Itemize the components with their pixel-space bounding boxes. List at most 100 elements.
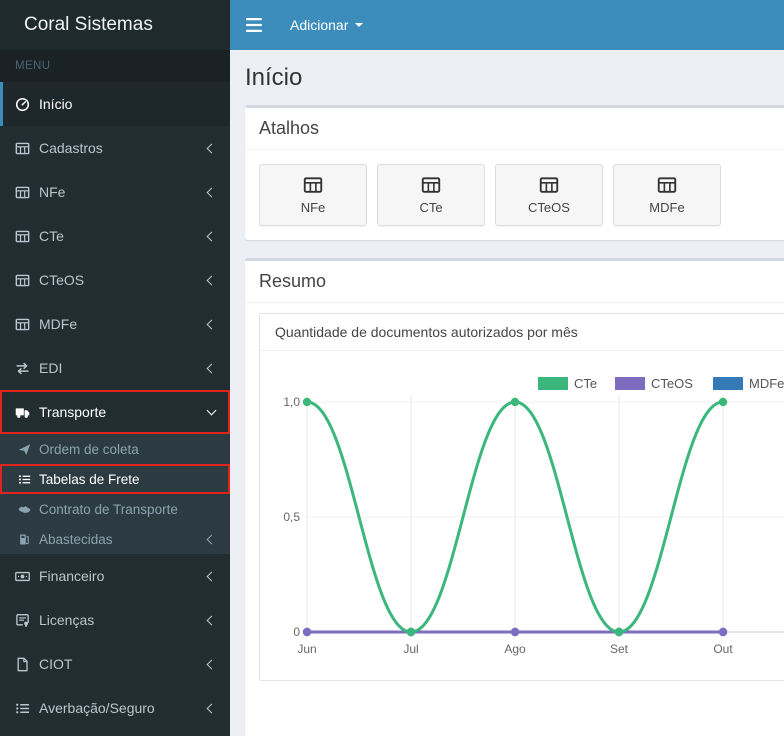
chart-panel: Quantidade de documentos autorizados por…	[259, 313, 784, 681]
sidebar-item-label: Financeiro	[39, 568, 105, 584]
sidebar-item-label: Contrato de Transporte	[39, 501, 178, 517]
legend-swatch	[713, 377, 743, 390]
sidebar-link-inicio[interactable]: Início	[0, 82, 230, 126]
sidebar-item-label: Cadastros	[39, 140, 103, 156]
sidebar-item-tabelas-de-frete: Tabelas de Frete	[0, 464, 230, 494]
data-point	[510, 627, 520, 637]
sidebar-item-averbacao-seguro: Averbação/Seguro	[0, 686, 230, 730]
sidebar-link-financeiro[interactable]: Financeiro	[0, 554, 230, 598]
list-icon	[15, 701, 39, 716]
sidebar-link-ciot[interactable]: CIOT	[0, 642, 230, 686]
sidebar-link-cadastros[interactable]: Cadastros	[0, 126, 230, 170]
sidebar-item-cte: CTe	[0, 214, 230, 258]
shortcut-mdfe-button[interactable]: MDFe	[613, 164, 721, 226]
sidebar-link-nfe[interactable]: NFe	[0, 170, 230, 214]
legend-item-cte[interactable]: CTe	[538, 376, 597, 391]
table-icon	[15, 317, 39, 332]
sidebar-item-nfe: NFe	[0, 170, 230, 214]
shortcut-cte-button[interactable]: CTe	[377, 164, 485, 226]
data-point	[614, 627, 624, 637]
data-point	[302, 627, 312, 637]
adicionar-dropdown[interactable]: Adicionar	[278, 0, 375, 50]
legend-swatch	[538, 377, 568, 390]
sidebar-item-label: Ordem de coleta	[39, 441, 139, 457]
data-point	[406, 627, 416, 637]
table-icon	[421, 175, 441, 195]
legend-item-cteos[interactable]: CTeOS	[615, 376, 693, 391]
sidebar-link-ordem-de-coleta[interactable]: Ordem de coleta	[0, 434, 230, 464]
exchange-icon	[15, 361, 39, 376]
sidebar-item-transporte: Transporte Ordem de coleta Tabelas de Fret…	[0, 390, 230, 554]
sidebar-link-tabelas-de-frete[interactable]: Tabelas de Frete	[0, 464, 230, 494]
page-title: Início	[245, 64, 303, 91]
sidebar-item-label: Tabelas de Frete	[39, 471, 140, 487]
content-area: Início Atalhos NFe CTe CTeOS MDFe Resumo Qu…	[230, 50, 784, 736]
legend-item-mdfe[interactable]: MDFe	[713, 376, 784, 391]
chevron-left-icon	[206, 143, 217, 153]
sidebar-item-label: Averbação/Seguro	[39, 700, 155, 716]
data-point	[718, 397, 728, 407]
legend-swatch	[615, 377, 645, 390]
sidebar-link-cte[interactable]: CTe	[0, 214, 230, 258]
shortcut-cteos-button[interactable]: CTeOS	[495, 164, 603, 226]
caret-down-icon	[355, 23, 364, 27]
sidebar-item-licencas: Licenças	[0, 598, 230, 642]
sidebar-item-label: CIOT	[39, 656, 73, 672]
sidebar-item-label: Início	[39, 96, 73, 112]
legend-label: CTe	[574, 376, 597, 391]
sidebar-link-abastecidas[interactable]: Abastecidas	[0, 524, 230, 554]
legend-label: CTeOS	[651, 376, 693, 391]
file-icon	[15, 657, 39, 672]
sidebar-link-transporte[interactable]: Transporte	[0, 390, 230, 434]
x-tick-label: Jun	[297, 642, 316, 656]
data-point	[302, 397, 312, 407]
resumo-box-body: Quantidade de documentos autorizados por…	[245, 303, 784, 691]
sidebar-toggle-button[interactable]	[230, 0, 278, 50]
shortcut-nfe-button[interactable]: NFe	[259, 164, 367, 226]
y-tick-label: 0	[293, 625, 300, 639]
adicionar-label: Adicionar	[290, 17, 349, 33]
sidebar-item-ordem-de-coleta: Ordem de coleta	[0, 434, 230, 464]
resumo-box-title: Resumo	[259, 271, 327, 291]
atalhos-box-header: Atalhos	[245, 108, 784, 150]
table-icon	[15, 273, 39, 288]
table-icon	[303, 175, 323, 195]
sidebar-link-mdfe[interactable]: MDFe	[0, 302, 230, 346]
content-header: Início	[230, 50, 784, 105]
x-tick-label: Set	[610, 642, 629, 656]
chevron-left-icon	[206, 571, 217, 581]
sidebar-link-contrato-de-transporte[interactable]: Contrato de Transporte	[0, 494, 230, 524]
topbar: Adicionar	[230, 0, 784, 50]
data-point	[718, 627, 728, 637]
shortcut-row: NFe CTe CTeOS MDFe	[245, 150, 784, 240]
sidebar-link-edi[interactable]: EDI	[0, 346, 230, 390]
sidebar-item-mdfe: MDFe	[0, 302, 230, 346]
atalhos-box-title: Atalhos	[259, 118, 320, 138]
brand[interactable]: Coral Sistemas	[0, 0, 230, 50]
sidebar-item-ciot: CIOT	[0, 642, 230, 686]
sidebar-item-cadastros: Cadastros	[0, 126, 230, 170]
shortcut-label: NFe	[300, 200, 326, 215]
certificate-icon	[15, 613, 39, 628]
chevron-down-icon	[206, 405, 217, 416]
sidebar-item-edi: EDI	[0, 346, 230, 390]
chart-area: CTe CTeOS MDFe 1,0 0,5 0 Jun Jul Ago Set Out	[260, 351, 784, 680]
sidebar-link-averbacao-seguro[interactable]: Averbação/Seguro	[0, 686, 230, 730]
sidebar-item-inicio: Início	[0, 82, 230, 126]
sidebar-item-cteos: CTeOS	[0, 258, 230, 302]
table-icon	[15, 185, 39, 200]
money-icon	[15, 569, 39, 584]
chevron-left-icon	[206, 703, 217, 713]
documents-line-chart: CTe CTeOS MDFe 1,0 0,5 0 Jun Jul Ago Set Out	[283, 376, 784, 656]
x-tick-label: Out	[713, 642, 733, 656]
table-icon	[539, 175, 559, 195]
sidebar-link-cteos[interactable]: CTeOS	[0, 258, 230, 302]
sidebar-link-licencas[interactable]: Licenças	[0, 598, 230, 642]
sidebar-item-label: EDI	[39, 360, 63, 376]
sidebar-item-label: Licenças	[39, 612, 95, 628]
chevron-left-icon	[206, 275, 217, 285]
sidebar-item-label: NFe	[39, 184, 66, 200]
chevron-left-icon	[206, 231, 217, 241]
gauge-icon	[15, 97, 39, 112]
resumo-box: Resumo Quantidade de documentos autoriza…	[245, 258, 784, 736]
